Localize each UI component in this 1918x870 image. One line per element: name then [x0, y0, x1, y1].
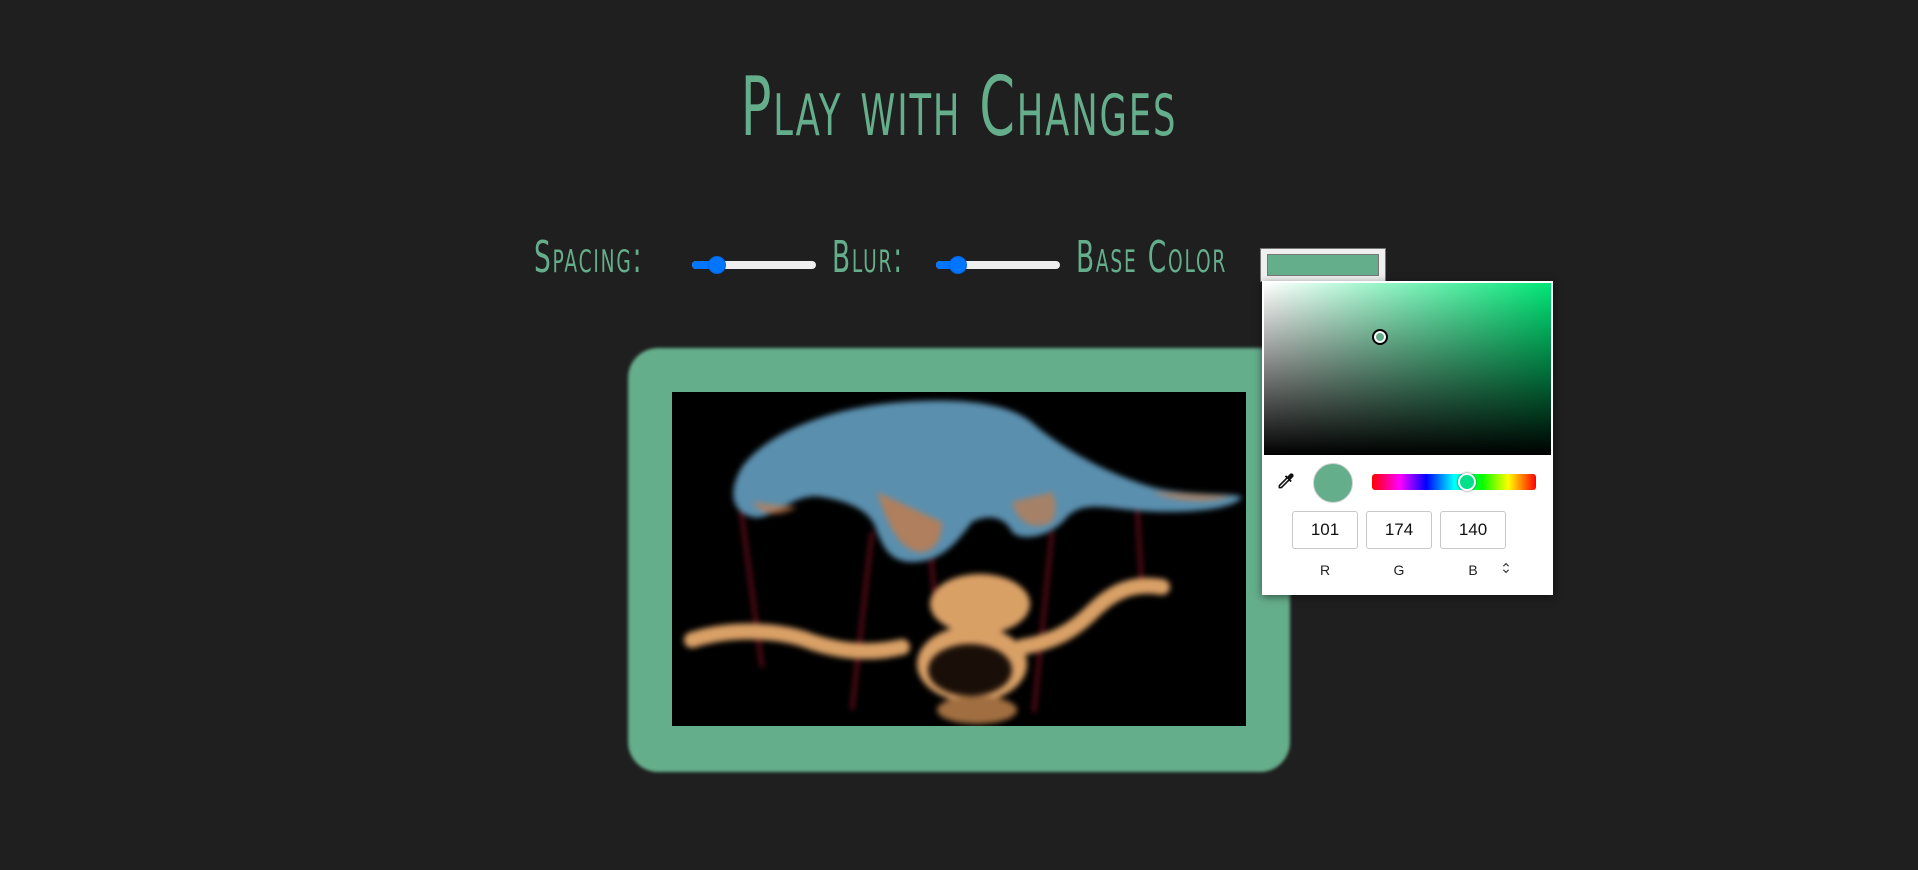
format-toggle-icon[interactable]	[1499, 561, 1513, 579]
blue-input[interactable]: 140	[1440, 511, 1506, 549]
red-label: R	[1319, 562, 1331, 578]
blue-label: B	[1468, 562, 1478, 578]
blur-slider[interactable]	[936, 256, 1060, 274]
red-input[interactable]: 101	[1292, 511, 1358, 549]
spacing-slider[interactable]	[692, 256, 816, 274]
blur-slider-thumb[interactable]	[948, 256, 967, 274]
hue-slider-thumb[interactable]	[1458, 473, 1476, 491]
blur-label: Blur:	[832, 232, 904, 283]
page-title: Play with Changes	[740, 60, 1178, 155]
saturation-handle[interactable]	[1372, 329, 1388, 345]
spacing-slider-thumb[interactable]	[707, 256, 726, 274]
hue-slider[interactable]	[1372, 473, 1536, 491]
base-color-swatch	[1267, 254, 1379, 276]
puppet-hand-image	[672, 392, 1246, 726]
puppet-hand-image-graphic	[684, 400, 1242, 724]
base-color-label: Base Color	[1076, 232, 1228, 283]
saturation-value-area[interactable]	[1264, 283, 1551, 455]
eyedropper-icon[interactable]	[1274, 471, 1296, 493]
green-input[interactable]: 174	[1366, 511, 1432, 549]
base-color-input[interactable]	[1260, 248, 1386, 282]
spacing-label: Spacing:	[534, 232, 644, 283]
color-picker-popup: 101 174 140 R G B	[1262, 281, 1553, 595]
green-label: G	[1393, 562, 1405, 578]
color-preview-circle	[1313, 463, 1353, 503]
